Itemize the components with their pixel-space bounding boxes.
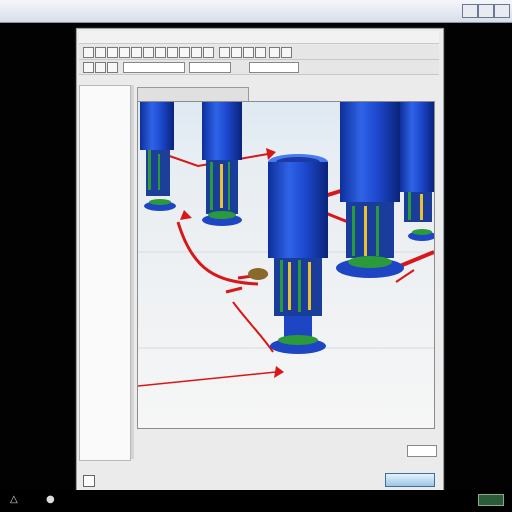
model-tree bbox=[80, 86, 130, 94]
application-window bbox=[76, 28, 444, 492]
toolbar-button[interactable] bbox=[255, 47, 266, 58]
toolbar-dropdown[interactable] bbox=[123, 62, 185, 73]
taskbar: △ ● bbox=[0, 490, 512, 512]
toolbar-button[interactable] bbox=[131, 47, 142, 58]
toolbar-button[interactable] bbox=[83, 62, 94, 73]
status-input[interactable] bbox=[407, 445, 437, 457]
toolbar-button[interactable] bbox=[119, 47, 130, 58]
toolbar-button[interactable] bbox=[243, 47, 254, 58]
panel-splitter[interactable] bbox=[131, 85, 134, 459]
maximize-button[interactable] bbox=[478, 4, 494, 18]
menu-bar bbox=[79, 31, 439, 44]
toolbar-secondary bbox=[79, 60, 439, 75]
toolbar-button[interactable] bbox=[107, 47, 118, 58]
pillar[interactable] bbox=[202, 102, 242, 226]
toolbar-button[interactable] bbox=[143, 47, 154, 58]
corner-toggle[interactable] bbox=[83, 475, 95, 487]
toolbar-button[interactable] bbox=[95, 47, 106, 58]
pillar[interactable] bbox=[336, 102, 404, 278]
marker-blob bbox=[248, 268, 268, 280]
toolbar-button[interactable] bbox=[95, 62, 106, 73]
toolbar-button[interactable] bbox=[107, 62, 118, 73]
toolbar-button[interactable] bbox=[219, 47, 230, 58]
pillar[interactable] bbox=[400, 102, 434, 241]
taskbar-app-icon[interactable]: ● bbox=[46, 494, 55, 505]
toolbar-button[interactable] bbox=[179, 47, 190, 58]
desktop: △ ● bbox=[0, 0, 512, 512]
system-tray-icon[interactable] bbox=[478, 494, 504, 506]
top-title-bar bbox=[0, 0, 512, 23]
toolbar-button[interactable] bbox=[231, 47, 242, 58]
cad-scene bbox=[138, 102, 434, 428]
toolbar-dropdown[interactable] bbox=[249, 62, 299, 73]
ok-button[interactable] bbox=[385, 473, 435, 487]
taskbar-app-icon[interactable]: △ bbox=[10, 494, 18, 505]
3d-viewport[interactable] bbox=[137, 101, 435, 429]
toolbar-button[interactable] bbox=[281, 47, 292, 58]
toolbar-button[interactable] bbox=[167, 47, 178, 58]
viewport-tab[interactable] bbox=[137, 87, 249, 101]
toolbar-main bbox=[79, 45, 439, 60]
toolbar-button[interactable] bbox=[83, 47, 94, 58]
status-row bbox=[79, 431, 439, 441]
toolbar-button[interactable] bbox=[155, 47, 166, 58]
model-tree-panel bbox=[79, 85, 131, 461]
toolbar-button[interactable] bbox=[269, 47, 280, 58]
toolbar-dropdown[interactable] bbox=[189, 62, 231, 73]
toolbar-button[interactable] bbox=[203, 47, 214, 58]
toolbar-button[interactable] bbox=[191, 47, 202, 58]
close-button[interactable] bbox=[494, 4, 510, 18]
minimize-button[interactable] bbox=[462, 4, 478, 18]
command-line-text bbox=[83, 461, 383, 471]
